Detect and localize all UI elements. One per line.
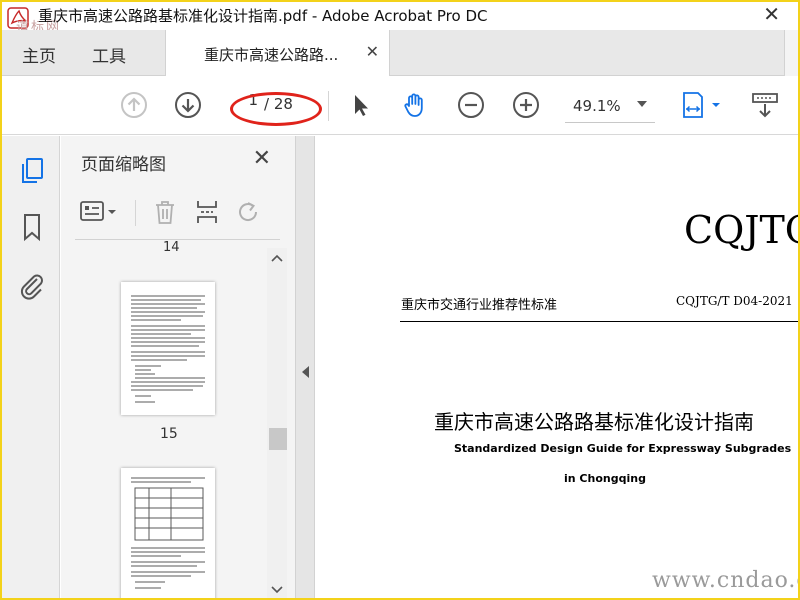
document-tab-close-button[interactable]: ✕ bbox=[366, 42, 379, 61]
doc-title-english-line1: Standardized Design Guide for Expressway… bbox=[454, 442, 792, 455]
doc-standard-code: CQJTG/T D04-2021 bbox=[676, 294, 793, 308]
site-watermark: www.cndao.com bbox=[652, 568, 798, 593]
thumbnail-page-16[interactable] bbox=[121, 468, 215, 598]
next-page-icon[interactable] bbox=[174, 91, 202, 119]
left-navigation-rail bbox=[2, 136, 60, 598]
scrollbar-thumb[interactable] bbox=[269, 428, 287, 450]
panel-close-button[interactable]: ✕ bbox=[253, 146, 271, 171]
zoom-out-icon[interactable] bbox=[457, 91, 485, 119]
scroll-down-icon[interactable] bbox=[271, 586, 283, 594]
rotate-page-icon[interactable] bbox=[235, 198, 263, 226]
page-thumbnails-panel: 页面缩略图 ✕ 14 15 bbox=[61, 136, 295, 598]
zoom-dropdown[interactable]: 49.1% bbox=[565, 95, 655, 123]
tab-scroll-area bbox=[784, 30, 798, 76]
page-thumbnails-icon[interactable] bbox=[18, 156, 46, 186]
doc-title-english-line2: in Chongqing bbox=[564, 472, 646, 485]
title-bar: 道标网 重庆市高速公路路基标准化设计指南.pdf - Adobe Acrobat… bbox=[2, 2, 798, 35]
doc-code-large: CQJTG bbox=[684, 208, 798, 252]
bookmark-icon[interactable] bbox=[18, 212, 46, 242]
hand-tool-icon[interactable] bbox=[401, 91, 429, 119]
red-highlight-ellipse bbox=[230, 92, 322, 126]
thumbnail-options-icon[interactable] bbox=[79, 198, 123, 226]
fit-page-icon[interactable] bbox=[680, 91, 724, 119]
prev-page-icon[interactable] bbox=[120, 91, 148, 119]
thumbnail-page-15[interactable] bbox=[121, 282, 215, 415]
thumbnail-label-14: 14 bbox=[163, 240, 180, 255]
zoom-value: 49.1% bbox=[573, 97, 621, 115]
thumbnail-table-lines bbox=[131, 477, 205, 589]
thumbnail-text-lines bbox=[131, 295, 205, 403]
tab-document[interactable]: 重庆市高速公路路... ✕ bbox=[165, 30, 390, 76]
panel-title: 页面缩略图 bbox=[81, 155, 166, 175]
doc-standard-category: 重庆市交通行业推荐性标准 bbox=[401, 298, 558, 313]
app-window: 道标网 重庆市高速公路路基标准化设计指南.pdf - Adobe Acrobat… bbox=[2, 2, 798, 598]
zoom-in-icon[interactable] bbox=[512, 91, 540, 119]
tab-home[interactable]: 主页 bbox=[22, 42, 56, 67]
main-toolbar: 1 / 28 49.1% bbox=[2, 77, 798, 135]
tab-bar: 主页 工具 重庆市高速公路路... ✕ bbox=[2, 30, 798, 76]
thumbnail-label-15: 15 bbox=[160, 426, 178, 442]
thumbnail-toolbar bbox=[75, 188, 280, 240]
toolbar-separator bbox=[328, 91, 329, 121]
panel-splitter[interactable] bbox=[295, 136, 315, 598]
doc-title-chinese: 重庆市高速公路路基标准化设计指南 bbox=[434, 410, 754, 434]
collapse-panel-icon[interactable] bbox=[302, 366, 309, 378]
tab-tools[interactable]: 工具 bbox=[92, 42, 126, 67]
select-cursor-icon[interactable] bbox=[346, 91, 374, 119]
window-close-button[interactable]: ✕ bbox=[763, 3, 780, 25]
window-title: 重庆市高速公路路基标准化设计指南.pdf - Adobe Acrobat Pro… bbox=[38, 7, 488, 25]
delete-page-icon[interactable] bbox=[151, 198, 179, 226]
read-mode-icon[interactable] bbox=[750, 91, 780, 119]
document-view[interactable]: CQJTG 重庆市交通行业推荐性标准 CQJTG/T D04-2021 重庆市高… bbox=[316, 136, 798, 598]
chevron-down-icon bbox=[637, 101, 647, 107]
thumbnail-scrollbar[interactable] bbox=[267, 248, 287, 598]
insert-page-icon[interactable] bbox=[193, 198, 221, 226]
panel-toolbar-separator bbox=[135, 200, 136, 226]
attachment-icon[interactable] bbox=[18, 270, 46, 300]
doc-header-rule bbox=[400, 321, 798, 322]
scroll-up-icon[interactable] bbox=[271, 254, 283, 262]
document-tab-label: 重庆市高速公路路... bbox=[204, 46, 339, 64]
